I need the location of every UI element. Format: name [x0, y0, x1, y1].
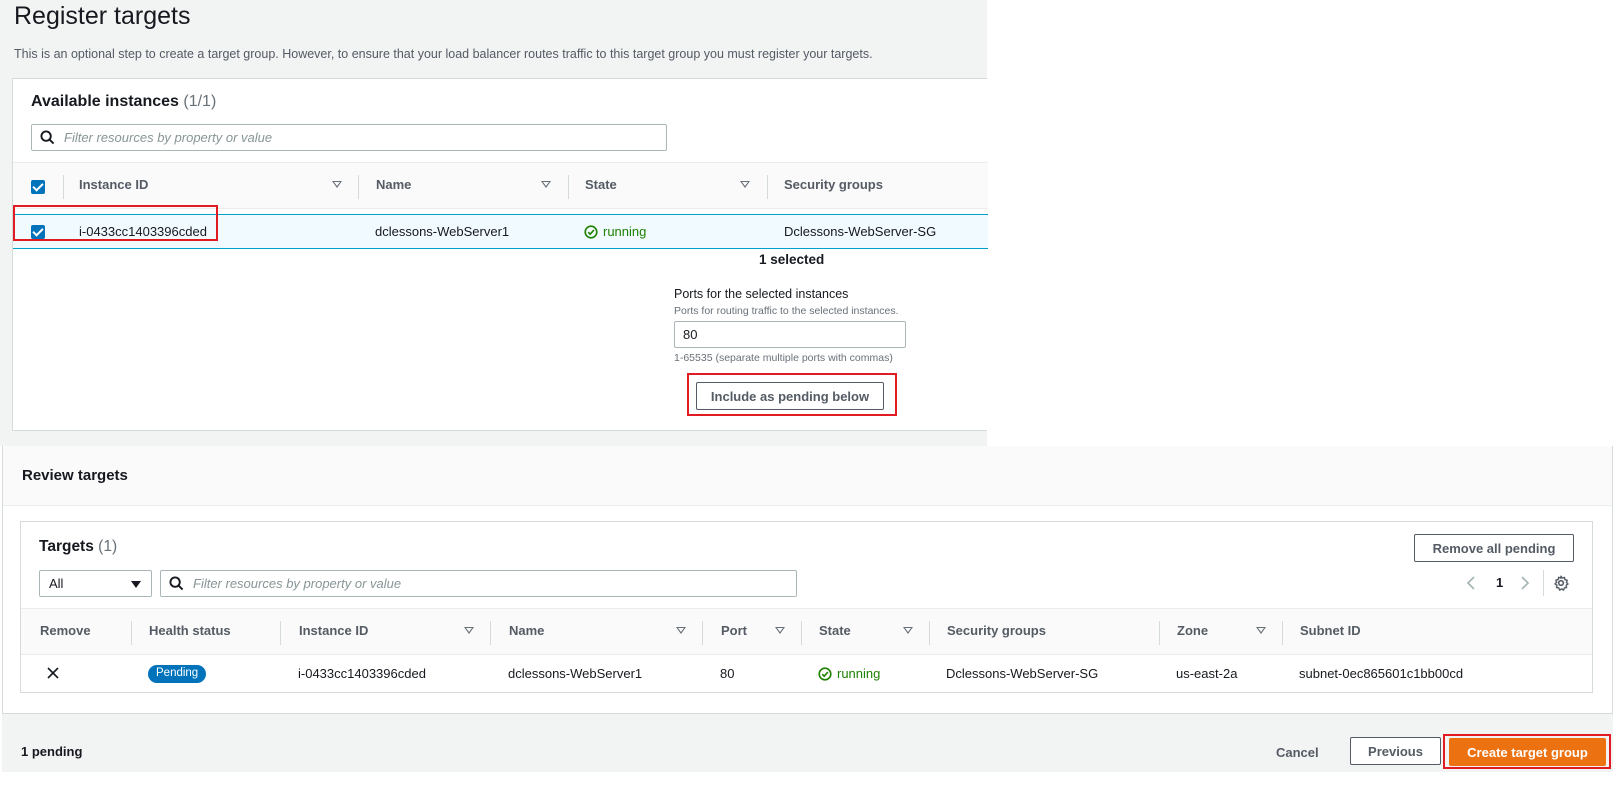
- pending-count: 1 pending: [21, 744, 83, 759]
- available-instances-card: Available instances (1/1) Instance ID Na…: [12, 78, 988, 431]
- column-separator: [1159, 621, 1160, 645]
- available-instances-heading: Available instances (1/1): [31, 93, 216, 111]
- col-zone[interactable]: Zone: [1177, 623, 1208, 638]
- targets-title: Targets: [39, 538, 94, 555]
- sort-icon[interactable]: [1256, 627, 1266, 634]
- row-state: running: [584, 224, 646, 239]
- chevron-right-icon[interactable]: [1519, 575, 1531, 591]
- col-name[interactable]: Name: [376, 177, 411, 192]
- column-separator: [490, 621, 491, 645]
- row-security-group: Dclessons-WebServer-SG: [784, 224, 937, 239]
- selected-count: 1 selected: [759, 252, 825, 267]
- close-icon[interactable]: [47, 667, 59, 679]
- col-remove: Remove: [40, 623, 91, 638]
- page-title: Register targets: [14, 2, 191, 30]
- column-separator: [568, 175, 569, 199]
- col-security-groups[interactable]: Security groups: [947, 623, 1046, 638]
- target-zone: us-east-2a: [1176, 666, 1238, 681]
- column-separator: [63, 175, 64, 199]
- targets-count: (1): [98, 538, 118, 555]
- create-target-group-button[interactable]: Create target group: [1449, 738, 1606, 766]
- column-separator: [358, 175, 359, 199]
- sort-icon[interactable]: [464, 627, 474, 634]
- filter-select[interactable]: All: [39, 570, 152, 597]
- target-state-text: running: [837, 666, 881, 681]
- filter-select-value: All: [49, 576, 64, 591]
- search-icon: [40, 130, 55, 145]
- review-header: Review targets: [3, 446, 1612, 506]
- page-number[interactable]: 1: [1496, 575, 1503, 590]
- search-icon: [169, 576, 184, 591]
- sort-icon[interactable]: [541, 181, 551, 188]
- footer-bar: 1 pending Cancel Previous Create target …: [2, 714, 1613, 772]
- target-instance-id: i-0433cc1403396cded: [298, 666, 426, 681]
- register-targets-panel: Register targets This is an optional ste…: [0, 0, 988, 446]
- status-ok-icon: [818, 667, 832, 681]
- sort-icon[interactable]: [740, 181, 750, 188]
- cancel-button[interactable]: Cancel: [1270, 744, 1325, 761]
- target-state: running: [818, 666, 880, 681]
- page-description: This is an optional step to create a tar…: [14, 47, 873, 61]
- chevron-left-icon[interactable]: [1465, 575, 1477, 591]
- targets-table-header: Remove Health status Instance ID Name Po…: [21, 608, 1592, 655]
- targets-card: Targets (1) Remove all pending All 1 Rem…: [20, 521, 1593, 693]
- col-port[interactable]: Port: [721, 623, 747, 638]
- available-table-header: Instance ID Name State Security groups: [13, 162, 988, 209]
- ports-description: Ports for routing traffic to the selecte…: [674, 305, 899, 317]
- sort-icon[interactable]: [903, 627, 913, 634]
- col-health-status[interactable]: Health status: [149, 623, 231, 638]
- sort-icon[interactable]: [775, 627, 785, 634]
- column-separator: [280, 621, 281, 645]
- health-status-badge: Pending: [148, 665, 207, 683]
- column-separator: [131, 621, 132, 645]
- col-name[interactable]: Name: [509, 623, 544, 638]
- col-instance-id[interactable]: Instance ID: [299, 623, 368, 638]
- column-separator: [1282, 621, 1283, 645]
- target-row: Pending i-0433cc1403396cded dclessons-We…: [21, 655, 1592, 692]
- ports-label: Ports for the selected instances: [674, 287, 849, 301]
- sort-icon[interactable]: [332, 181, 342, 188]
- previous-button[interactable]: Previous: [1350, 737, 1441, 765]
- col-state[interactable]: State: [585, 177, 617, 192]
- column-separator: [767, 175, 768, 199]
- select-all-checkbox[interactable]: [31, 180, 45, 194]
- column-separator: [801, 621, 802, 645]
- target-subnet-id: subnet-0ec865601c1bb00cd: [1299, 666, 1464, 681]
- available-search-box[interactable]: [31, 124, 667, 151]
- include-pending-button[interactable]: Include as pending below: [696, 382, 884, 410]
- targets-search-input[interactable]: [191, 575, 756, 592]
- available-search-input[interactable]: [62, 129, 626, 146]
- row-name: dclessons-WebServer1: [375, 224, 510, 239]
- target-name: dclessons-WebServer1: [508, 666, 643, 681]
- highlight-instance-box: [13, 205, 218, 241]
- status-ok-icon: [584, 225, 598, 239]
- column-separator: [929, 621, 930, 645]
- review-title: Review targets: [22, 467, 128, 484]
- caret-down-icon: [131, 581, 141, 588]
- col-instance-id[interactable]: Instance ID: [79, 177, 148, 192]
- targets-search-box[interactable]: [160, 570, 797, 597]
- available-instances-title: Available instances: [31, 93, 179, 110]
- targets-heading: Targets (1): [39, 538, 117, 556]
- remove-all-pending-button[interactable]: Remove all pending: [1414, 534, 1574, 562]
- row-state-text: running: [603, 224, 647, 239]
- pager-separator: [1543, 570, 1544, 596]
- col-security-groups[interactable]: Security groups: [784, 177, 883, 192]
- sort-icon[interactable]: [676, 627, 686, 634]
- gear-icon[interactable]: [1553, 575, 1569, 591]
- target-port: 80: [720, 666, 735, 681]
- available-instances-count: (1/1): [183, 93, 217, 110]
- target-security-group: Dclessons-WebServer-SG: [946, 666, 1099, 681]
- review-targets-panel: Review targets Targets (1) Remove all pe…: [2, 446, 1613, 714]
- ports-input[interactable]: [674, 321, 906, 348]
- col-subnet-id[interactable]: Subnet ID: [1300, 623, 1361, 638]
- col-state[interactable]: State: [819, 623, 851, 638]
- column-separator: [702, 621, 703, 645]
- ports-hint: 1-65535 (separate multiple ports with co…: [674, 352, 893, 364]
